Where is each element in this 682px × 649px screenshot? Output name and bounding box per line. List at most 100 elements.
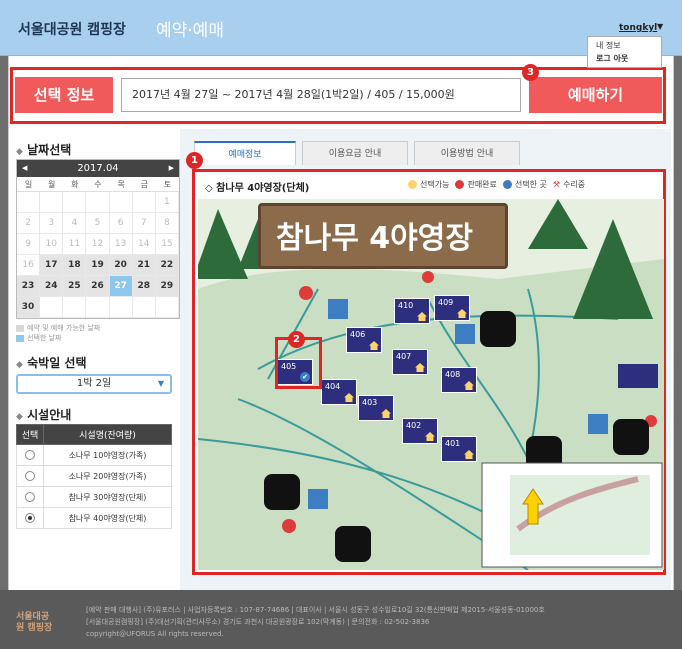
calendar-day[interactable]: 23 (17, 276, 41, 297)
weekday-row: 일월화수목금토 (17, 177, 179, 192)
calendar-day[interactable]: 26 (86, 276, 110, 297)
calendar-empty-cell (86, 297, 110, 318)
calendar-day: 14 (132, 234, 156, 255)
facility-col-name: 시설명(잔여량) (43, 424, 172, 445)
campsite-408[interactable]: 408 (441, 367, 477, 393)
check-icon (502, 180, 512, 189)
facility-radio-cell (16, 507, 44, 529)
calendar-day[interactable]: 24 (40, 276, 64, 297)
facility-row[interactable]: 소나무 10야영장(가족) (16, 444, 172, 466)
campsite-402[interactable]: 402 (402, 418, 438, 444)
house-icon (457, 309, 467, 318)
calendar-day[interactable]: 20 (109, 255, 133, 276)
facility-row[interactable]: 참나무 30야영장(단체) (16, 486, 172, 508)
house-icon (381, 409, 391, 418)
next-month-icon[interactable]: ▶ (169, 160, 174, 177)
facility-col-select: 선택 (16, 424, 44, 445)
facility-radio[interactable] (25, 492, 35, 502)
calendar-day: 1 (155, 192, 179, 213)
reserve-button[interactable]: 예매하기 (529, 77, 662, 113)
footer-line-2: [서울대공원캠핑장] (주)대선기획(관리사무소) 경기도 과천시 대공원광장로… (86, 618, 430, 626)
facility-radio-cell (16, 465, 44, 487)
nights-section-title: ◆ 숙박일 선택 (16, 356, 87, 370)
house-icon (408, 180, 417, 189)
calendar-empty-cell (86, 192, 110, 213)
user-name-link[interactable]: tongkyl (619, 23, 657, 33)
facility-section-title: ◆ 시설안내 (16, 408, 72, 422)
calendar-day: 8 (155, 213, 179, 234)
menu-item-logout[interactable]: 로그 아웃 (596, 52, 661, 65)
calendar-day: 11 (63, 234, 87, 255)
footer-logo: 서울대공원 캠핑장 (16, 612, 53, 633)
calendar-day[interactable]: 30 (17, 297, 41, 318)
house-icon (415, 363, 425, 372)
user-dropdown-menu: 내 정보 로그 아웃 (587, 36, 662, 68)
weekday-label: 목 (117, 180, 125, 189)
selection-info-value: 2017년 4월 27일 ~ 2017년 4월 28일(1박2일) / 405 … (121, 78, 521, 112)
calendar-day: 3 (40, 213, 64, 234)
campsite-401[interactable]: 401 (441, 436, 477, 462)
calendar-day: 16 (17, 255, 41, 276)
sold-out-icon (455, 180, 465, 189)
calendar-day[interactable]: 21 (132, 255, 156, 276)
house-icon (464, 450, 474, 459)
calendar-day[interactable]: 28 (132, 276, 156, 297)
legend-selected: 선택한 날짜 (16, 333, 61, 343)
campsite-banner-text: 참나무 4야영장 (276, 221, 473, 256)
legend-selected-site: 선택한 곳 (502, 179, 547, 190)
facility-radio[interactable] (25, 450, 35, 460)
campsite-404[interactable]: 404 (321, 379, 357, 405)
calendar-empty-cell (40, 192, 64, 213)
calendar-day: 12 (86, 234, 110, 255)
calendar-grid: 1 2 3 4 5 6 7 8 9 10 11 12 13 14 15 16 17 18 19 20 21 22 23 24 2… (17, 192, 179, 318)
chevron-down-icon: ▼ (157, 379, 164, 388)
site-title[interactable]: 서울대공원 캠핑장 (18, 19, 126, 39)
campsite-407[interactable]: 407 (392, 349, 428, 375)
weekday-label: 화 (71, 180, 79, 189)
facility-row[interactable]: 소나무 20야영장(가족) (16, 465, 172, 487)
campsite-409[interactable]: 409 (434, 295, 470, 321)
legend-repair: ⚒ 수리중 (552, 180, 586, 189)
tab-fee-guide[interactable]: 이용요금 안내 (302, 141, 408, 165)
tab-usage-guide[interactable]: 이용방법 안내 (414, 141, 520, 165)
left-gutter (0, 56, 8, 590)
menu-item-my-info[interactable]: 내 정보 (596, 39, 661, 52)
tab-reservation-info[interactable]: 예매정보 (194, 141, 296, 165)
weekday-label: 수 (94, 180, 102, 189)
campsite-406[interactable]: 406 (346, 327, 382, 353)
selection-info-label: 선택 정보 (15, 77, 113, 113)
campsite-410[interactable]: 410 (394, 298, 430, 324)
calendar: ◀ 2017.04 ▶ 일월화수목금토 1 2 3 4 5 6 7 8 9 10 11 12 13 14 1… (16, 159, 180, 319)
calendar-day: 10 (40, 234, 64, 255)
calendar-day: 6 (109, 213, 133, 234)
calendar-empty-cell (155, 297, 179, 318)
facility-radio[interactable] (25, 513, 35, 523)
chevron-down-icon[interactable]: ▼ (657, 22, 663, 31)
calendar-day[interactable]: 17 (40, 255, 64, 276)
facility-radio[interactable] (25, 471, 35, 481)
calendar-day[interactable]: 25 (63, 276, 87, 297)
calendar-day: 5 (86, 213, 110, 234)
calendar-day[interactable]: 29 (155, 276, 179, 297)
facility-row[interactable]: 참나무 40야영장(단체) (16, 507, 172, 529)
legend-sold-out: 판매완료 (455, 179, 497, 190)
step-badge-1: 1 (186, 152, 203, 169)
calendar-day[interactable]: 18 (63, 255, 87, 276)
calendar-day[interactable]: 27 (109, 276, 133, 297)
calendar-day[interactable]: 22 (155, 255, 179, 276)
prev-month-icon[interactable]: ◀ (22, 160, 27, 177)
facility-name: 소나무 10야영장(가족) (43, 444, 172, 466)
facility-name: 참나무 30야영장(단체) (43, 486, 172, 508)
legend-selected-swatch (16, 334, 24, 342)
weekday-label: 월 (48, 180, 56, 189)
campsite-403[interactable]: 403 (358, 395, 394, 421)
menu-title[interactable]: 예약·예매 (156, 16, 224, 41)
weekday-label: 일 (24, 180, 33, 189)
calendar-day: 4 (63, 213, 87, 234)
nights-select[interactable]: 1박 2일 ▼ (16, 374, 172, 394)
calendar-empty-cell (132, 297, 156, 318)
legend-available-swatch (16, 324, 24, 332)
calendar-day[interactable]: 19 (86, 255, 110, 276)
step-badge-2: 2 (288, 331, 305, 348)
calendar-day: 2 (17, 213, 41, 234)
